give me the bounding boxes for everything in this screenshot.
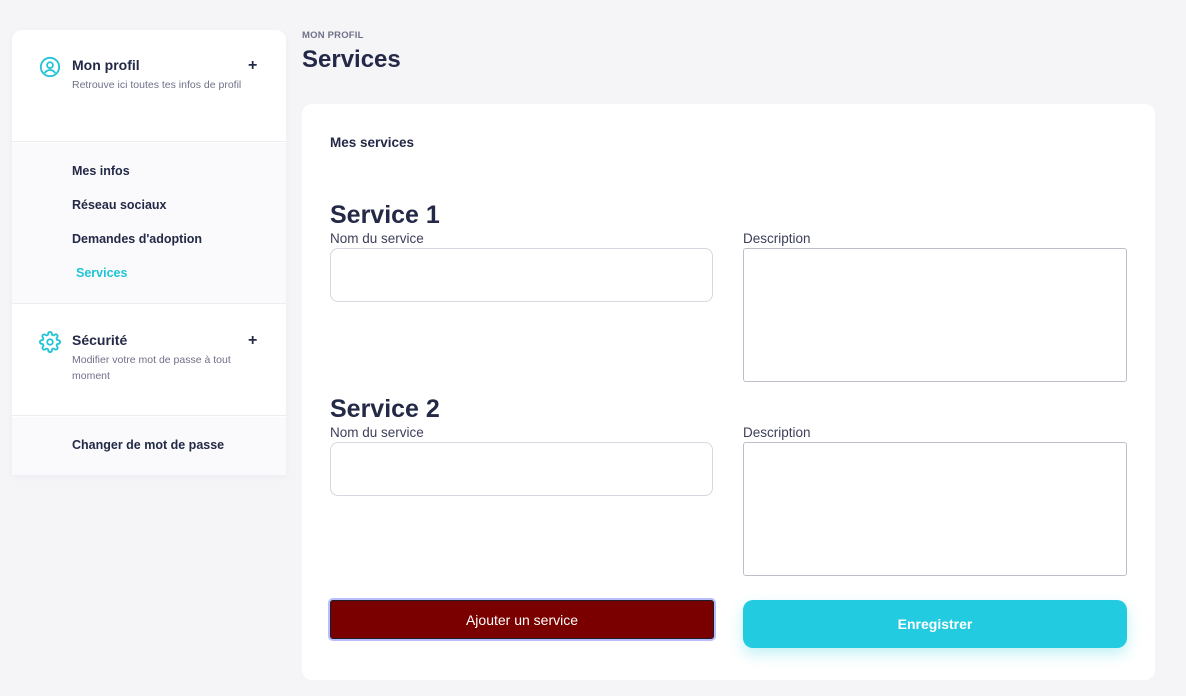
security-section-subtitle: Modifier votre mot de passe à tout momen…	[72, 354, 231, 382]
profile-section-title: Mon profil	[72, 57, 140, 73]
service-1-description-input[interactable]	[743, 248, 1127, 382]
user-circle-icon	[39, 56, 61, 78]
sidebar-item-changer-mot-de-passe[interactable]: Changer de mot de passe	[72, 438, 224, 452]
services-card: Mes services Service 1 Nom du service De…	[302, 104, 1155, 680]
profile-section-subtitle: Retrouve ici toutes tes infos de profil	[72, 79, 242, 91]
breadcrumb: MON PROFIL	[302, 30, 364, 41]
gear-icon	[39, 331, 61, 353]
expand-plus-icon[interactable]: +	[248, 58, 257, 74]
expand-plus-icon[interactable]: +	[248, 333, 257, 349]
card-title: Mes services	[330, 135, 415, 150]
profile-section-header[interactable]: Mon profil Retrouve ici toutes tes infos…	[12, 30, 286, 142]
service-2-name-input[interactable]	[330, 442, 713, 496]
sidebar-item-reseau-sociaux[interactable]: Réseau sociaux	[72, 198, 167, 212]
service-1-description-label: Description	[743, 231, 811, 246]
service-1-name-label: Nom du service	[330, 231, 424, 246]
sidebar-item-demandes-adoption[interactable]: Demandes d'adoption	[72, 232, 202, 246]
service-1-heading: Service 1	[330, 201, 440, 229]
service-2-heading: Service 2	[330, 395, 440, 423]
security-section-header[interactable]: Sécurité Modifier votre mot de passe à t…	[12, 303, 286, 416]
save-button[interactable]: Enregistrer	[743, 600, 1127, 648]
sidebar: Mon profil Retrouve ici toutes tes infos…	[12, 30, 286, 475]
sidebar-item-mes-infos[interactable]: Mes infos	[72, 164, 130, 178]
service-2-description-input[interactable]	[743, 442, 1127, 576]
security-menu: Changer de mot de passe	[12, 417, 286, 475]
service-2-name-label: Nom du service	[330, 425, 424, 440]
page-title: Services	[302, 46, 401, 73]
sidebar-item-services[interactable]: Services	[76, 266, 127, 280]
profile-menu: Mes infos Réseau sociaux Demandes d'adop…	[12, 143, 286, 303]
service-2-description-label: Description	[743, 425, 811, 440]
service-1-name-input[interactable]	[330, 248, 713, 302]
security-section-title: Sécurité	[72, 332, 128, 348]
add-service-button[interactable]: Ajouter un service	[330, 600, 714, 639]
